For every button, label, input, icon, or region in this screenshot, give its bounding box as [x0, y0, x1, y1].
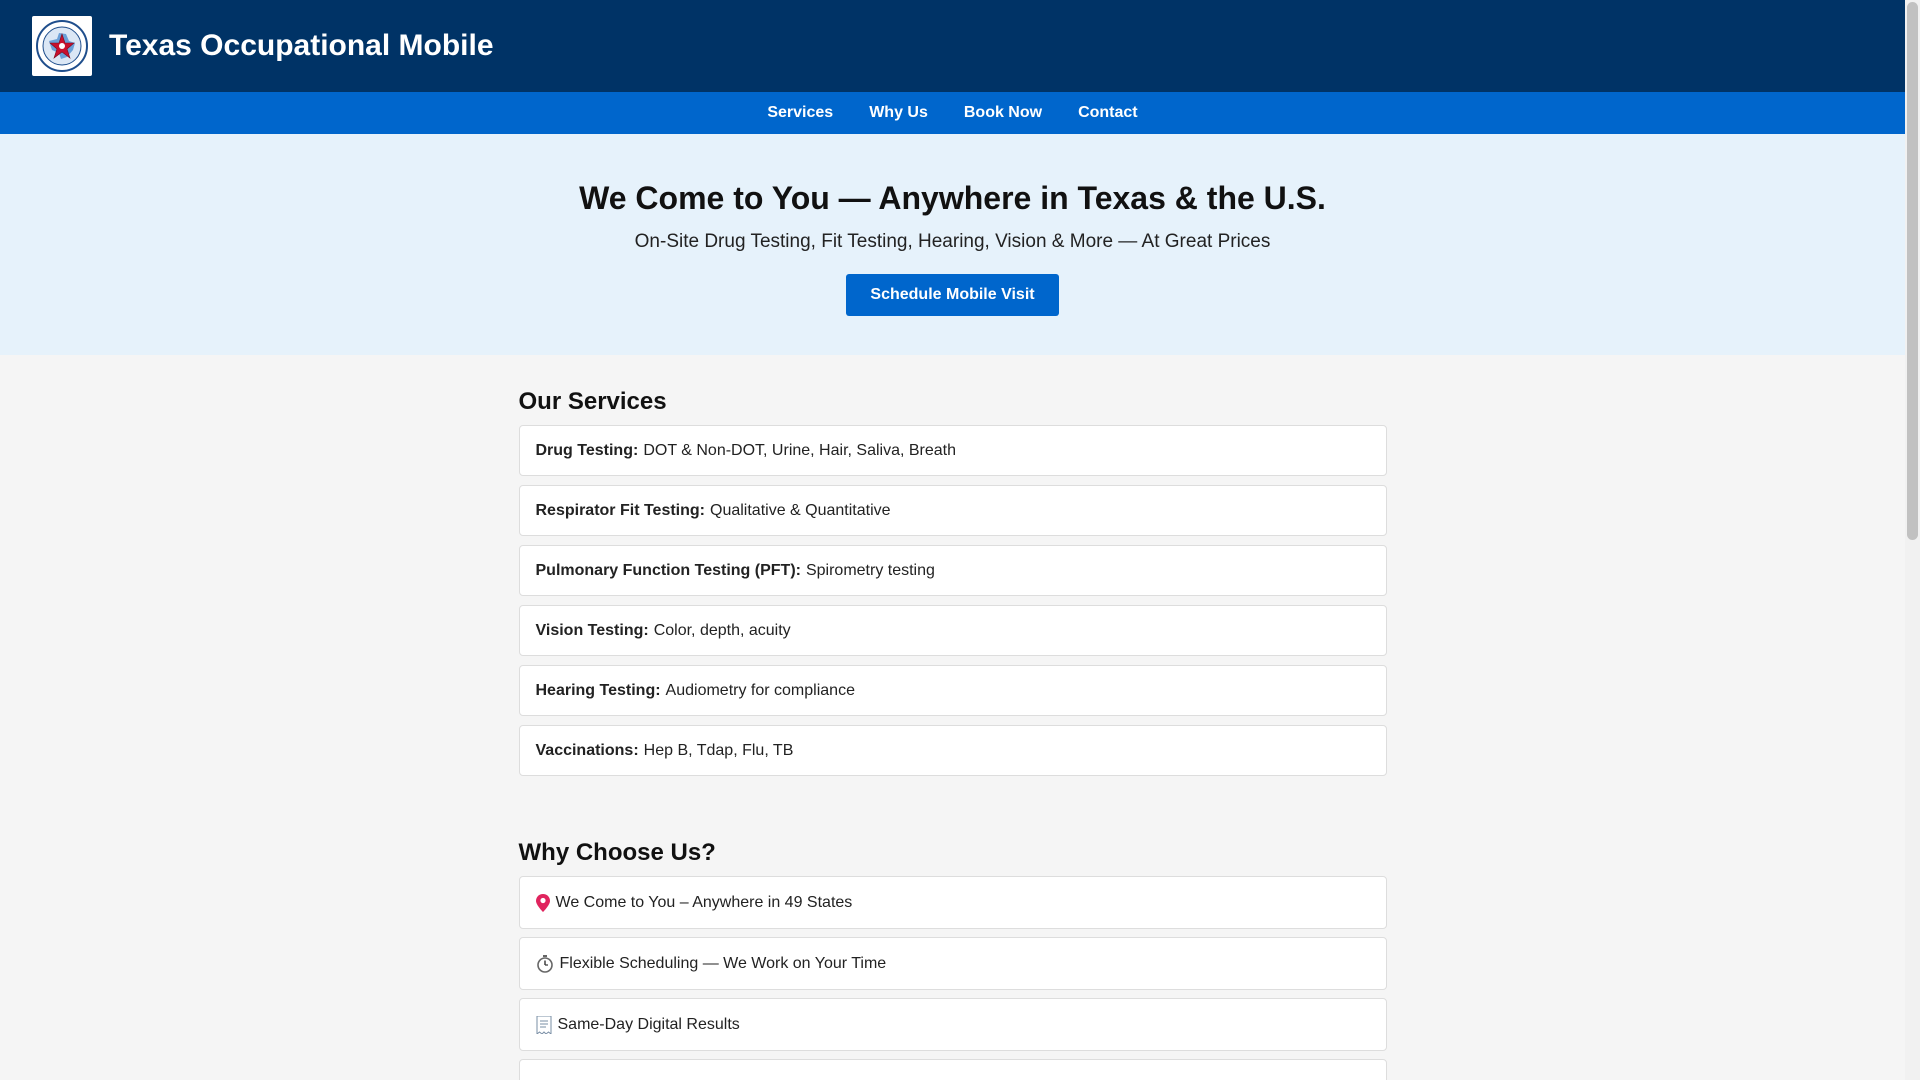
- schedule-visit-button[interactable]: Schedule Mobile Visit: [846, 274, 1059, 316]
- hero: We Come to You — Anywhere in Texas & the…: [0, 134, 1905, 355]
- service-card: Hearing Testing: Audiometry for complian…: [518, 665, 1387, 716]
- service-card: Pulmonary Function Testing (PFT): Spirom…: [518, 545, 1387, 596]
- top-header: Texas Occupational Mobile: [0, 0, 1905, 92]
- stopwatch-icon: [536, 954, 554, 973]
- service-name: Vision Testing:: [535, 621, 649, 639]
- service-card: Respirator Fit Testing: Qualitative & Qu…: [518, 485, 1387, 536]
- why-card: We Come to You – Anywhere in 49 States: [518, 876, 1387, 929]
- brand-title: Texas Occupational Mobile: [109, 29, 494, 62]
- service-name: Vaccinations:: [535, 741, 639, 759]
- hero-title: We Come to You — Anywhere in Texas & the…: [579, 180, 1326, 216]
- services-section: Our Services Drug Testing: DOT & Non-DOT…: [518, 387, 1387, 776]
- why-card: [518, 1059, 1387, 1080]
- page: Texas Occupational Mobile Services Why U…: [0, 0, 1905, 1080]
- service-name: Respirator Fit Testing:: [535, 501, 706, 519]
- receipt-icon: [536, 1015, 552, 1034]
- main-content: Our Services Drug Testing: DOT & Non-DOT…: [518, 387, 1387, 1080]
- service-name: Drug Testing:: [535, 441, 639, 459]
- service-desc: Color, depth, acuity: [653, 621, 791, 639]
- why-title: Why Choose Us?: [518, 839, 716, 866]
- nav-services[interactable]: Services: [767, 104, 833, 122]
- service-card: Vaccinations: Hep B, Tdap, Flu, TB: [518, 725, 1387, 776]
- service-desc: Spirometry testing: [805, 561, 935, 579]
- service-desc: Qualitative & Quantitative: [710, 501, 891, 519]
- logo[interactable]: [32, 16, 92, 76]
- main-nav: Services Why Us Book Now Contact: [0, 92, 1905, 134]
- why-text: Flexible Scheduling — We Work on Your Ti…: [559, 954, 887, 972]
- nav-contact[interactable]: Contact: [1078, 104, 1138, 122]
- service-name: Hearing Testing:: [535, 681, 661, 699]
- services-title: Our Services: [518, 388, 667, 415]
- service-desc: DOT & Non-DOT, Urine, Hair, Saliva, Brea…: [643, 441, 957, 459]
- why-card: Same-Day Digital Results: [518, 998, 1387, 1051]
- hero-subtitle: On-Site Drug Testing, Fit Testing, Heari…: [634, 231, 1271, 252]
- why-text: We Come to You – Anywhere in 49 States: [555, 893, 853, 911]
- nav-why-us[interactable]: Why Us: [869, 104, 928, 122]
- nav-book-now[interactable]: Book Now: [964, 104, 1042, 122]
- page-scrollbar[interactable]: [1905, 0, 1920, 1080]
- scrollbar-thumb[interactable]: [1907, 2, 1918, 540]
- texas-star-seal-icon: [36, 20, 88, 72]
- why-section: Why Choose Us? We Come to You – Anywhere…: [518, 838, 1387, 1080]
- service-card: Vision Testing: Color, depth, acuity: [518, 605, 1387, 656]
- pin-icon: [535, 893, 550, 912]
- why-card: Flexible Scheduling — We Work on Your Ti…: [518, 937, 1387, 990]
- service-card: Drug Testing: DOT & Non-DOT, Urine, Hair…: [518, 425, 1387, 476]
- service-desc: Hep B, Tdap, Flu, TB: [643, 741, 794, 759]
- why-text: Same-Day Digital Results: [557, 1015, 740, 1033]
- service-desc: Audiometry for compliance: [665, 681, 855, 699]
- service-name: Pulmonary Function Testing (PFT):: [535, 561, 801, 579]
